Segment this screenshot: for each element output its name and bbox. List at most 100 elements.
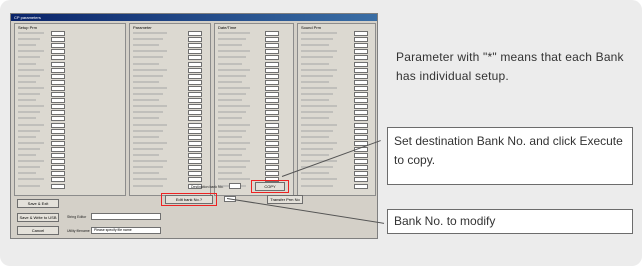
setting-row-value[interactable]: [51, 128, 65, 134]
setting-row-value[interactable]: [188, 110, 202, 116]
setting-row-value[interactable]: [51, 146, 65, 152]
setting-row-value[interactable]: [51, 104, 65, 110]
setting-row-value[interactable]: [188, 140, 202, 146]
setting-row-value[interactable]: [354, 177, 368, 183]
setting-row-value[interactable]: [188, 146, 202, 152]
setting-row-value[interactable]: [265, 98, 279, 104]
setting-row-value[interactable]: [354, 31, 368, 36]
setting-row-value[interactable]: [354, 37, 368, 43]
setting-row-value[interactable]: [188, 98, 202, 104]
setting-row-value[interactable]: [188, 116, 202, 122]
save-exit-button[interactable]: Save & Exit: [17, 199, 59, 208]
setting-row-value[interactable]: [265, 122, 279, 128]
setting-row-value[interactable]: [188, 128, 202, 134]
setting-row-value[interactable]: [354, 92, 368, 97]
setting-row-value[interactable]: [188, 49, 202, 55]
setting-row-value[interactable]: [354, 183, 368, 189]
string-editor-input[interactable]: [91, 213, 161, 220]
setting-row-value[interactable]: [265, 43, 279, 49]
setting-row-value[interactable]: [354, 43, 368, 49]
setting-row-value[interactable]: [51, 165, 65, 171]
setting-row-value[interactable]: [354, 159, 368, 165]
setting-row-value[interactable]: [354, 55, 368, 61]
setting-row-value[interactable]: [51, 37, 65, 43]
setting-row-value[interactable]: [188, 134, 202, 140]
cancel-button[interactable]: Cancel: [17, 226, 59, 235]
setting-row-value[interactable]: [188, 55, 202, 61]
setting-row-value[interactable]: [265, 85, 279, 91]
setting-row-value[interactable]: [354, 128, 368, 134]
setting-row-value[interactable]: [265, 116, 279, 122]
setting-row-value[interactable]: [188, 67, 202, 73]
setting-row-value[interactable]: [51, 43, 65, 49]
setting-row-value[interactable]: [188, 31, 202, 36]
setting-row-value[interactable]: [51, 134, 65, 140]
setting-row-value[interactable]: [51, 153, 65, 158]
setting-row-value[interactable]: [354, 49, 368, 55]
setting-row-value[interactable]: [51, 116, 65, 122]
setting-row-value[interactable]: [51, 73, 65, 79]
setting-row-value[interactable]: [265, 153, 279, 158]
utility-filename-input[interactable]: Please specify file name: [91, 227, 161, 234]
setting-row-value[interactable]: [265, 104, 279, 110]
setting-row-value[interactable]: [51, 159, 65, 165]
setting-row-value[interactable]: [265, 73, 279, 79]
setting-row-value[interactable]: [354, 153, 368, 158]
setting-row-value[interactable]: [51, 85, 65, 91]
setting-row-value[interactable]: [51, 183, 65, 189]
setting-row-value[interactable]: [265, 146, 279, 152]
setting-row-value[interactable]: [265, 37, 279, 43]
setting-row-value[interactable]: [265, 140, 279, 146]
setting-row-value[interactable]: [265, 79, 279, 85]
setting-row-value[interactable]: [188, 165, 202, 171]
setting-row-value[interactable]: [354, 165, 368, 171]
setting-row-value[interactable]: [51, 92, 65, 97]
setting-row-value[interactable]: [188, 104, 202, 110]
setting-row-value[interactable]: [265, 92, 279, 97]
setting-row-value[interactable]: [265, 128, 279, 134]
setting-row-value[interactable]: [51, 67, 65, 73]
setting-row-value[interactable]: [51, 49, 65, 55]
setting-row-value[interactable]: [51, 79, 65, 85]
setting-row-value[interactable]: [188, 73, 202, 79]
setting-row-value[interactable]: [188, 122, 202, 128]
setting-row-value[interactable]: [188, 92, 202, 97]
setting-row-value[interactable]: [354, 79, 368, 85]
setting-row-value[interactable]: [265, 61, 279, 67]
setting-row-value[interactable]: [265, 49, 279, 55]
setting-row-value[interactable]: [354, 98, 368, 104]
setting-row-value[interactable]: [188, 61, 202, 67]
setting-row-value[interactable]: [354, 104, 368, 110]
setting-row-value[interactable]: [51, 140, 65, 146]
setting-row-value[interactable]: [354, 110, 368, 116]
setting-row-value[interactable]: [265, 110, 279, 116]
setting-row-value[interactable]: [265, 31, 279, 36]
setting-row-value[interactable]: [354, 171, 368, 177]
setting-row-value[interactable]: [188, 153, 202, 158]
setting-row-value[interactable]: [265, 55, 279, 61]
transfer-button[interactable]: Transfer Prm No: [267, 195, 303, 204]
setting-row-value[interactable]: [188, 37, 202, 43]
setting-row-value[interactable]: [188, 43, 202, 49]
setting-row-value[interactable]: [51, 55, 65, 61]
setting-row-value[interactable]: [188, 85, 202, 91]
setting-row-value[interactable]: [354, 116, 368, 122]
setting-row-value[interactable]: [354, 122, 368, 128]
setting-row-value[interactable]: [51, 177, 65, 183]
setting-row-value[interactable]: [265, 134, 279, 140]
setting-row-value[interactable]: [51, 98, 65, 104]
setting-row-value[interactable]: [188, 177, 202, 183]
destination-bank-input[interactable]: [229, 183, 241, 189]
setting-row-value[interactable]: [354, 85, 368, 91]
setting-row-value[interactable]: [51, 31, 65, 36]
setting-row-value[interactable]: [51, 122, 65, 128]
setting-row-value[interactable]: [265, 159, 279, 165]
setting-row-value[interactable]: [51, 110, 65, 116]
setting-row-value[interactable]: [354, 61, 368, 67]
save-write-usb-button[interactable]: Save & Write to USB: [17, 213, 59, 222]
setting-row-value[interactable]: [188, 159, 202, 165]
setting-row-value[interactable]: [354, 67, 368, 73]
setting-row-value[interactable]: [188, 79, 202, 85]
setting-row-value[interactable]: [265, 165, 279, 171]
setting-row-value[interactable]: [354, 73, 368, 79]
